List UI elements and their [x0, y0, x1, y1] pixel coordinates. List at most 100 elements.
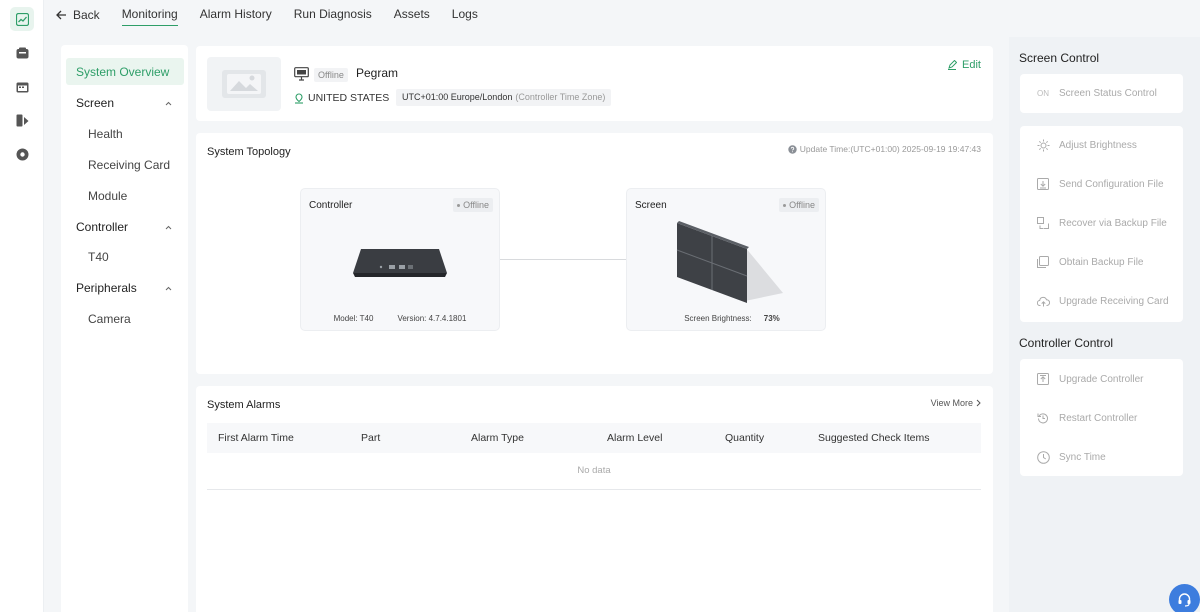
timezone-note: (Controller Time Zone) — [515, 92, 606, 102]
country-label: UNITED STATES — [308, 92, 390, 104]
nav-group-screen[interactable]: Screen — [76, 96, 172, 110]
app-rail — [0, 0, 44, 612]
screen-node[interactable]: Screen Offline Screen Brightness: 73% — [626, 188, 826, 331]
column-header[interactable]: Part — [361, 432, 380, 444]
edit-button[interactable]: Edit — [947, 59, 981, 71]
send-file-icon — [1037, 178, 1049, 190]
chevron-up-icon — [165, 101, 172, 105]
upgrade-icon — [1037, 373, 1049, 385]
recover-via-backup-button[interactable]: Recover via Backup File — [1020, 212, 1183, 234]
chevron-right-icon — [976, 399, 981, 407]
screen-status-control-label: Screen Status Control — [1059, 87, 1157, 99]
screen-status-badge: Offline — [779, 198, 819, 212]
nav-health[interactable]: Health — [88, 127, 123, 141]
top-nav: Back Monitoring Alarm History Run Diagno… — [44, 0, 1200, 30]
controller-model: Model: T40 — [333, 314, 374, 323]
controller-status-badge: Offline — [453, 198, 493, 212]
device-info-card: Offline Pegram UNITED STATES UTC+01:00 E… — [196, 46, 993, 121]
edit-label: Edit — [962, 59, 981, 71]
screen-actions-box: Adjust Brightness Send Configuration Fil… — [1020, 126, 1183, 322]
brightness-icon — [1037, 139, 1049, 151]
settings-icon[interactable] — [10, 142, 34, 166]
backup-icon — [1037, 256, 1049, 268]
nav-module[interactable]: Module — [88, 189, 127, 203]
send-configuration-file-label: Send Configuration File — [1059, 178, 1164, 190]
upgrade-card-icon — [1036, 296, 1050, 306]
column-header[interactable]: Alarm Type — [471, 432, 524, 444]
pencil-icon — [948, 60, 958, 70]
obtain-backup-file-button[interactable]: Obtain Backup File — [1020, 251, 1183, 273]
tab-alarm-history[interactable]: Alarm History — [200, 0, 272, 30]
nav-t40[interactable]: T40 — [88, 250, 109, 264]
device-name: Pegram — [356, 66, 399, 80]
upgrade-receiving-card-button[interactable]: Upgrade Receiving Card — [1020, 290, 1183, 312]
nav-system-overview[interactable]: System Overview — [66, 58, 184, 85]
restart-icon — [1037, 413, 1048, 424]
nav-camera[interactable]: Camera — [88, 312, 131, 326]
upgrade-controller-button[interactable]: Upgrade Controller — [1020, 368, 1183, 390]
topology-link — [500, 259, 626, 260]
back-label: Back — [73, 8, 100, 22]
monitoring-icon[interactable] — [10, 7, 34, 31]
device-icon[interactable] — [10, 41, 34, 65]
column-header[interactable]: Suggested Check Items — [818, 432, 929, 444]
tab-assets[interactable]: Assets — [394, 0, 430, 30]
tab-run-diagnosis[interactable]: Run Diagnosis — [294, 0, 372, 30]
controller-version: Version: 4.7.4.1801 — [397, 314, 467, 323]
chevron-up-icon — [165, 286, 172, 290]
nav-group-controller[interactable]: Controller — [76, 220, 172, 234]
adjust-brightness-label: Adjust Brightness — [1059, 139, 1137, 151]
help-circle-icon — [788, 144, 797, 154]
adjust-brightness-button[interactable]: Adjust Brightness — [1020, 134, 1183, 156]
nav-group-peripherals[interactable]: Peripherals — [76, 281, 172, 295]
clock-icon — [1036, 450, 1050, 464]
tab-monitoring[interactable]: Monitoring — [121, 0, 178, 30]
nav-group-label: Peripherals — [76, 281, 137, 295]
nav-group-label: Controller — [76, 220, 129, 234]
restart-controller-label: Restart Controller — [1059, 412, 1138, 424]
view-more-link[interactable]: View More — [931, 398, 981, 408]
send-configuration-file-button[interactable]: Send Configuration File — [1020, 173, 1183, 195]
timezone-value: UTC+01:00 Europe/London — [402, 92, 513, 102]
column-header[interactable]: First Alarm Time — [218, 432, 294, 444]
on-badge: ON — [1037, 88, 1049, 98]
alarms-table-header: First Alarm Time Part Alarm Type Alarm L… — [207, 423, 981, 453]
media-icon[interactable] — [10, 108, 34, 132]
nav-group-label: Screen — [76, 96, 115, 110]
chevron-up-icon — [165, 225, 172, 229]
led-screen-image — [676, 221, 783, 303]
controller-node-title: Controller — [309, 200, 353, 211]
screen-status-label: Offline — [789, 200, 815, 210]
update-time: Update Time:(UTC+01:00) 2025-09-19 19:47… — [788, 144, 981, 154]
device-status-badge: Offline — [314, 68, 348, 82]
system-topology-card: System Topology Update Time:(UTC+01:00) … — [196, 133, 993, 374]
calendar-icon[interactable] — [10, 75, 34, 99]
alarms-title: System Alarms — [207, 399, 281, 411]
controller-footer: Model: T40 Version: 4.7.4.1801 — [301, 314, 499, 323]
restart-controller-button[interactable]: Restart Controller — [1020, 407, 1183, 429]
section-nav: System Overview Screen Health Receiving … — [61, 45, 188, 612]
screen-footer: Screen Brightness: 73% — [627, 314, 825, 323]
column-header[interactable]: Alarm Level — [607, 432, 662, 444]
system-alarms-card: System Alarms View More First Alarm Time… — [196, 386, 993, 612]
screen-status-control-button[interactable]: ON Screen Status Control — [1020, 82, 1183, 104]
view-more-label: View More — [930, 398, 973, 408]
brightness-label: Screen Brightness: — [684, 314, 752, 323]
tab-bar: Monitoring Alarm History Run Diagnosis A… — [121, 0, 500, 30]
nav-receiving-card[interactable]: Receiving Card — [88, 158, 170, 172]
monitor-icon — [294, 67, 309, 81]
device-thumbnail — [207, 57, 281, 111]
support-button[interactable] — [1169, 584, 1200, 612]
alarms-empty-state: No data — [207, 453, 981, 490]
column-header[interactable]: Quantity — [725, 432, 764, 444]
controller-control-title: Controller Control — [1019, 336, 1114, 350]
tab-logs[interactable]: Logs — [452, 0, 478, 30]
upgrade-receiving-card-label: Upgrade Receiving Card — [1059, 295, 1169, 307]
controller-status-label: Offline — [463, 200, 489, 210]
brightness-value: 73% — [763, 314, 780, 323]
screen-control-title: Screen Control — [1019, 51, 1100, 65]
image-placeholder-icon — [222, 70, 266, 98]
back-button[interactable]: Back — [56, 8, 100, 22]
controller-node[interactable]: Controller Offline Model: T40 Version: 4… — [300, 188, 500, 331]
sync-time-button[interactable]: Sync Time — [1020, 446, 1183, 468]
